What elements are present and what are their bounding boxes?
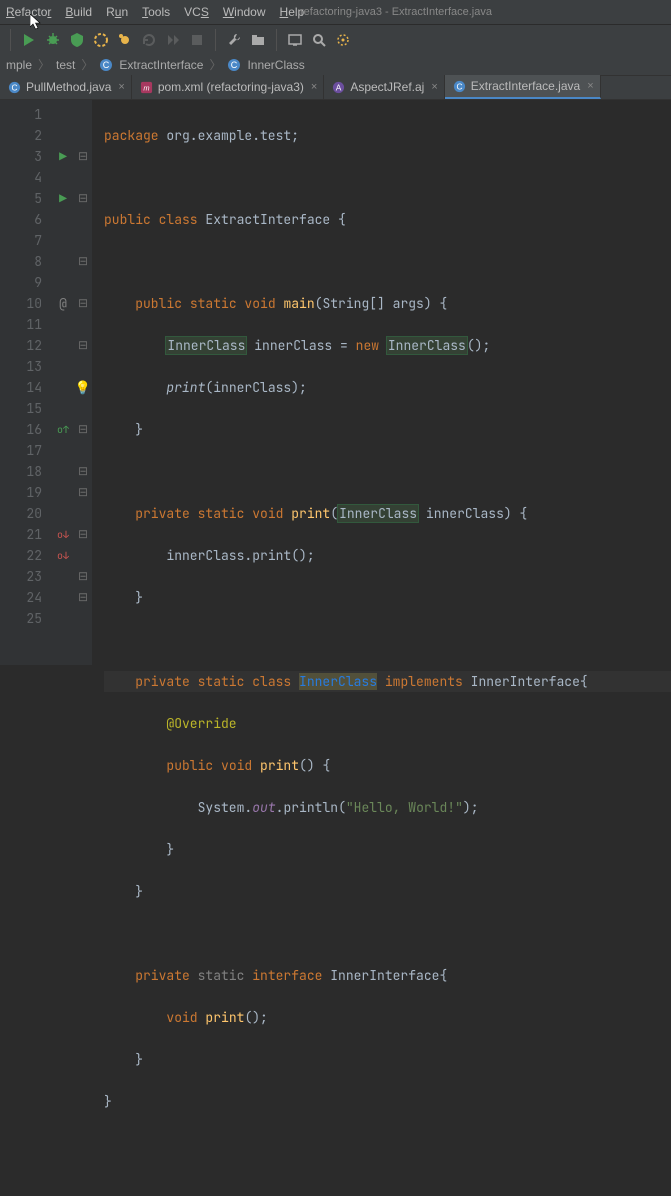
class-icon: C — [99, 58, 113, 72]
coverage-icon[interactable] — [69, 32, 85, 48]
breadcrumb: mple 〉 test 〉 C ExtractInterface 〉 C Inn… — [0, 54, 671, 76]
bc-2[interactable]: ExtractInterface — [119, 58, 203, 72]
tab-pom[interactable]: m pom.xml (refactoring-java3) × — [132, 75, 324, 99]
tab-label: AspectJRef.aj — [350, 80, 424, 94]
profile-icon[interactable] — [93, 32, 109, 48]
bc-0[interactable]: mple — [6, 58, 32, 72]
tab-pullmethod[interactable]: C PullMethod.java × — [0, 75, 132, 99]
tab-label: pom.xml (refactoring-java3) — [158, 80, 304, 94]
stop-icon[interactable] — [189, 32, 205, 48]
menu-window[interactable]: Window — [223, 5, 266, 19]
svg-text:C: C — [11, 82, 17, 92]
tab-extractinterface[interactable]: C ExtractInterface.java × — [445, 75, 601, 99]
search-icon[interactable] — [311, 32, 327, 48]
class-icon: C — [227, 58, 241, 72]
menu-tools[interactable]: Tools — [142, 5, 170, 19]
fold-gutter: ⊟ ⊟ ⊟ ⊟ ⊟ 💡 ⊟ ⊟ ⊟ ⊟ ⊟ ⊟ — [74, 100, 92, 665]
folder-icon[interactable] — [250, 32, 266, 48]
fold-end-icon[interactable]: ⊟ — [78, 482, 88, 503]
menu-refactor[interactable]: Refactor — [6, 5, 51, 19]
tabs: C PullMethod.java × m pom.xml (refactori… — [0, 76, 671, 100]
class-icon: C — [453, 80, 466, 93]
fold-icon[interactable]: ⊟ — [78, 293, 88, 314]
gutter-icons: ▶ ▶ @ o↑ o↓ o↓ — [52, 100, 74, 665]
class-icon: C — [8, 81, 21, 94]
toolbar — [0, 24, 671, 54]
fold-end-icon[interactable]: ⊟ — [78, 251, 88, 272]
window-title: refactoring-java3 - ExtractInterface.jav… — [300, 6, 492, 18]
close-icon[interactable]: × — [587, 80, 593, 92]
maven-icon: m — [140, 81, 153, 94]
run-gutter-icon[interactable]: ▶ — [59, 146, 67, 167]
fold-icon[interactable]: ⊟ — [78, 146, 88, 167]
svg-text:C: C — [456, 81, 462, 91]
fold-icon[interactable]: ⊟ — [78, 524, 88, 545]
attach-icon[interactable] — [117, 32, 133, 48]
intention-bulb-icon[interactable]: 💡 — [75, 377, 91, 398]
aspect-icon: A — [332, 81, 345, 94]
debug-icon[interactable] — [45, 32, 61, 48]
tab-label: ExtractInterface.java — [471, 79, 580, 93]
menu-vcs[interactable]: VCS — [184, 5, 209, 19]
fold-end-icon[interactable]: ⊟ — [78, 335, 88, 356]
bc-1[interactable]: test — [56, 58, 75, 72]
menubar: Refactor Build Run Tools VCS Window Help… — [0, 0, 671, 24]
menu-run[interactable]: Run — [106, 5, 128, 19]
code-area[interactable]: package org.example.test; public class E… — [92, 100, 671, 665]
wrench-icon[interactable] — [226, 32, 242, 48]
svg-text:C: C — [231, 60, 238, 70]
override-down-icon[interactable]: o↓ — [57, 524, 69, 545]
screen-icon[interactable] — [287, 32, 303, 48]
skip-icon[interactable] — [165, 32, 181, 48]
editor: 1234567891011121314151617181920212223242… — [0, 100, 671, 665]
inspect-icon[interactable] — [335, 32, 351, 48]
bc-3[interactable]: InnerClass — [247, 58, 304, 72]
svg-text:A: A — [336, 82, 342, 92]
fold-end-icon[interactable]: ⊟ — [78, 587, 88, 608]
tab-label: PullMethod.java — [26, 80, 111, 94]
close-icon[interactable]: × — [118, 81, 124, 93]
close-icon[interactable]: × — [431, 81, 437, 93]
fold-end-icon[interactable]: ⊟ — [78, 566, 88, 587]
fold-icon[interactable]: ⊟ — [78, 188, 88, 209]
close-icon[interactable]: × — [311, 81, 317, 93]
fold-end-icon[interactable]: ⊟ — [78, 461, 88, 482]
tab-aspectj[interactable]: A AspectJRef.aj × — [324, 75, 444, 99]
run-gutter-icon[interactable]: ▶ — [59, 188, 67, 209]
override-down-icon[interactable]: o↓ — [57, 545, 69, 566]
rerun-icon[interactable] — [141, 32, 157, 48]
svg-text:m: m — [143, 83, 149, 92]
line-numbers: 1234567891011121314151617181920212223242… — [0, 100, 52, 665]
svg-text:C: C — [103, 60, 110, 70]
fold-icon[interactable]: ⊟ — [78, 419, 88, 440]
menu-build[interactable]: Build — [65, 5, 92, 19]
override-up-icon[interactable]: o↑ — [57, 419, 69, 440]
run-icon[interactable] — [21, 32, 37, 48]
recursive-icon: @ — [59, 293, 67, 314]
